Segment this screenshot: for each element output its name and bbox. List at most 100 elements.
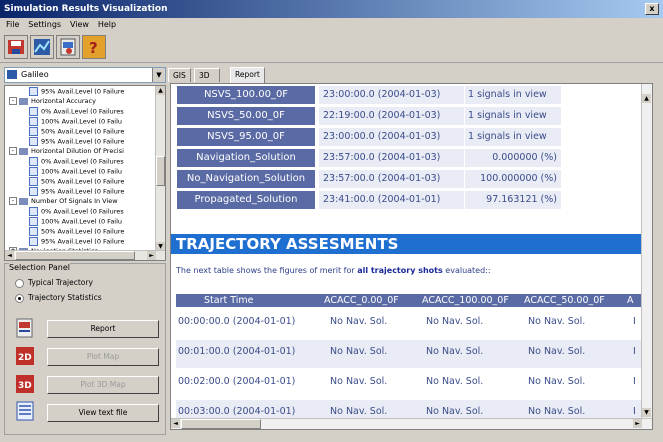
signal-time: 23:00:00.0 (2004-01-03) — [319, 86, 464, 104]
results-tree[interactable]: +Navigation Statistics95% Avail.Level (0… — [4, 85, 166, 261]
menu-settings[interactable]: Settings — [28, 20, 61, 29]
tree-item[interactable]: 0% Avail.Level (0 Failures — [29, 107, 124, 116]
section-heading: TRAJECTORY ASSESMENTS — [171, 234, 652, 254]
report-icon — [16, 318, 33, 338]
galileo-icon — [7, 70, 17, 79]
column-header[interactable]: A — [627, 294, 634, 307]
close-button[interactable]: x — [645, 3, 659, 15]
tree-item-label: 100% Avail.Level (0 Failu — [41, 167, 123, 176]
tree-item-label: 95% Avail.Level (0 Failure — [41, 237, 125, 246]
radio-label: Trajectory Statistics — [28, 293, 102, 302]
column-header[interactable]: ACACC_0.00_0F — [324, 294, 399, 307]
table-cell: No Nav. Sol. — [528, 316, 586, 327]
selection-panel-title: Selection Panel — [9, 263, 70, 272]
tree-item[interactable]: 0% Avail.Level (0 Failures — [29, 207, 124, 216]
scroll-right-icon[interactable]: ► — [147, 251, 156, 260]
column-header[interactable]: ACACC_50.00_0F — [524, 294, 605, 307]
signal-value: 100.000000 (%) — [465, 170, 561, 188]
scroll-down-icon[interactable]: ▼ — [642, 408, 651, 417]
tree-item[interactable]: 100% Avail.Level (0 Failu — [29, 117, 122, 126]
scroll-left-icon[interactable]: ◄ — [171, 419, 180, 428]
report-horizontal-scrollbar[interactable]: ◄ ► — [171, 418, 652, 429]
radio-typical-trajectory[interactable]: Typical Trajectory — [15, 278, 93, 288]
plot-3d-map-button[interactable]: Plot 3D Map — [47, 376, 159, 394]
tree-item[interactable]: 95% Avail.Level (0 Failure — [29, 137, 124, 146]
tree-hscroll-thumb[interactable] — [15, 251, 135, 260]
collapse-icon[interactable]: - — [9, 97, 17, 105]
menu-file[interactable]: File — [6, 20, 19, 29]
chart-button[interactable] — [30, 35, 54, 59]
radio-trajectory-statistics[interactable]: Trajectory Statistics — [15, 293, 102, 303]
table-cell: 00:00:00.0 (2004-01-01) — [178, 316, 296, 327]
tree-item[interactable]: 95% Avail.Level (0 Failure — [29, 187, 124, 196]
tab-3d-map[interactable]: 3D Map — [194, 68, 220, 93]
tree-item[interactable]: 100% Avail.Level (0 Failu — [29, 217, 122, 226]
tree-item[interactable]: 50% Avail.Level (0 Failure — [29, 127, 124, 136]
tree-item[interactable]: 95% Avail.Level (0 Failure — [29, 87, 124, 96]
tree-item-label: 95% Avail.Level (0 Failure — [41, 87, 125, 96]
tree-item[interactable]: 100% Avail.Level (0 Failu — [29, 167, 122, 176]
help-icon-label: ? — [89, 39, 98, 57]
tab-report[interactable]: Report — [230, 67, 265, 83]
collapse-icon[interactable]: - — [9, 197, 17, 205]
item-icon — [29, 137, 38, 146]
report-button[interactable] — [56, 35, 80, 59]
menu-help[interactable]: Help — [98, 20, 116, 29]
folder-icon — [19, 197, 28, 205]
tree-item-label: 0% Avail.Level (0 Failures — [41, 207, 124, 216]
tree-item-label: 0% Avail.Level (0 Failures — [41, 107, 124, 116]
table-cell: No Nav. Sol. — [528, 406, 586, 417]
signal-time: 22:19:00.0 (2004-01-03) — [319, 107, 464, 125]
tab-gis[interactable]: GIS — [168, 68, 191, 82]
tree-folder[interactable]: - Number Of Signals In View — [9, 197, 118, 206]
scroll-right-icon[interactable]: ► — [633, 419, 642, 428]
scroll-left-icon[interactable]: ◄ — [5, 251, 14, 260]
radio-label: Typical Trajectory — [28, 278, 93, 287]
item-icon — [29, 117, 38, 126]
save-button[interactable] — [4, 35, 28, 59]
table-cell: No Nav. Sol. — [426, 316, 484, 327]
view-text-file-button[interactable]: View text file — [47, 404, 159, 422]
item-icon — [29, 187, 38, 196]
chevron-down-icon[interactable]: ▼ — [152, 68, 165, 82]
signal-value: 1 signals in view — [465, 128, 561, 146]
item-icon — [29, 127, 38, 136]
report-vertical-scrollbar[interactable]: ▲ ▼ — [641, 84, 652, 429]
folder-icon — [19, 97, 28, 105]
table-row: 00:00:00.0 (2004-01-01) No Nav. Sol. No Na… — [176, 310, 652, 338]
tree-item-label: 100% Avail.Level (0 Failu — [41, 217, 123, 226]
tree-vertical-scrollbar[interactable]: ▲ ▼ — [155, 86, 165, 260]
table-cell: I — [633, 346, 636, 357]
scroll-up-icon[interactable]: ▲ — [156, 86, 165, 95]
signal-value: 1 signals in view — [465, 107, 561, 125]
chart-icon — [34, 39, 50, 55]
tree-item[interactable]: 0% Avail.Level (0 Failures — [29, 157, 124, 166]
table-cell: 00:01:00.0 (2004-01-01) — [178, 346, 296, 357]
tree-item-label: 0% Avail.Level (0 Failures — [41, 157, 124, 166]
column-header[interactable]: ACACC_100.00_0F — [422, 294, 509, 307]
report-hscroll-thumb[interactable] — [181, 419, 261, 429]
tree-item-label: 95% Avail.Level (0 Failure — [41, 137, 125, 146]
tree-horizontal-scrollbar[interactable]: ◄ ► — [5, 250, 165, 260]
tree-scroll-thumb[interactable] — [156, 156, 165, 186]
app-window: Simulation Results Visualization x File … — [0, 0, 663, 442]
menu-view[interactable]: View — [70, 20, 89, 29]
tree-item-label: 95% Avail.Level (0 Failure — [41, 187, 125, 196]
column-header[interactable]: Start Time — [204, 294, 253, 307]
report-button[interactable]: Report — [47, 320, 159, 338]
plot-map-button[interactable]: Plot Map — [47, 348, 159, 366]
tree-item[interactable]: 50% Avail.Level (0 Failure — [29, 227, 124, 236]
help-button[interactable]: ? — [82, 35, 106, 59]
tree-folder[interactable]: - Horizontal Accuracy — [9, 97, 96, 106]
left-panel: Galileo ▼ +Navigation Statistics95% Avai… — [0, 64, 168, 442]
tree-item[interactable]: 50% Avail.Level (0 Failure — [29, 177, 124, 186]
collapse-icon[interactable]: - — [9, 147, 17, 155]
table-cell: No Nav. Sol. — [330, 346, 388, 357]
item-icon — [29, 237, 38, 246]
tree-item[interactable]: 95% Avail.Level (0 Failure — [29, 237, 124, 246]
signal-name: NSVS_50.00_0F — [177, 107, 315, 125]
scroll-up-icon[interactable]: ▲ — [642, 94, 651, 103]
report-view[interactable]: Propagated_Solution 23:41:00.0 (2004-01-0… — [170, 83, 653, 430]
tree-folder[interactable]: - Horizontal Dilution Of Precisi — [9, 147, 124, 156]
constellation-select[interactable]: Galileo ▼ — [4, 67, 166, 83]
